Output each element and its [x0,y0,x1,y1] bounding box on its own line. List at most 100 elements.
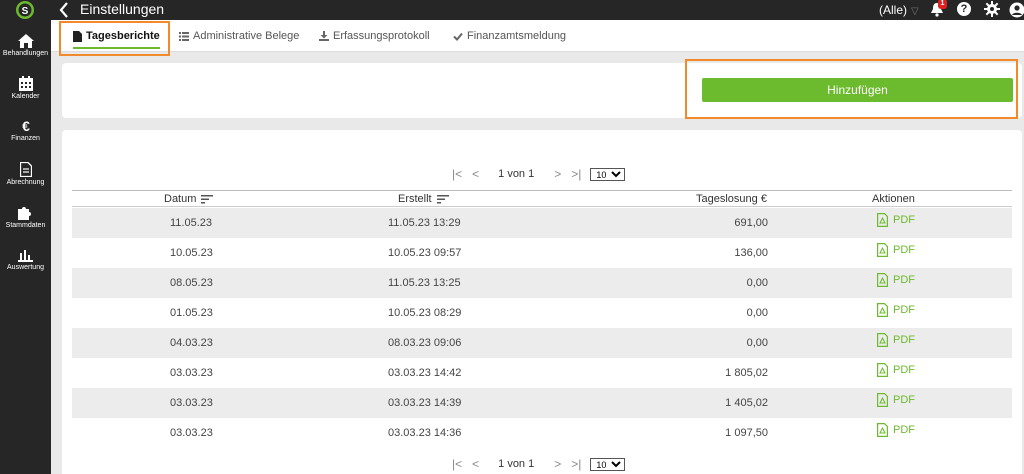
cell-tageslosung: 691,00 [734,217,768,229]
tab-finanzamtsmeldung[interactable]: Finanzamtsmeldung [453,20,566,52]
pdf-link[interactable]: PDF [877,303,915,317]
top-bar: Einstellungen (Alle) ▽ 1 ? [51,0,1024,20]
column-header-erstellt[interactable]: Erstellt [398,193,449,205]
pdf-label: PDF [893,424,915,436]
table-row: 11.05.23 11.05.23 13:29 691,00 PDF [72,208,1012,238]
sidebar-item-label: Finanzen [11,135,40,142]
list-icon [179,31,189,41]
pdf-file-icon [877,213,888,227]
tab-label: Finanzamtsmeldung [467,30,567,42]
user-icon[interactable] [1009,2,1024,18]
tab-label: Administrative Belege [193,30,300,42]
column-header-datum[interactable]: Datum [164,193,214,205]
cell-tageslosung: 1 097,50 [725,427,768,439]
pdf-label: PDF [893,364,915,376]
page-info: 1 von 1 [498,168,535,180]
sidebar-item-label: Auswertung [7,264,44,271]
pdf-file-icon [877,363,888,377]
cell-tageslosung: 0,00 [746,337,768,349]
sort-icon [201,194,214,203]
file-icon [73,30,82,42]
column-header-aktionen: Aktionen [872,193,915,205]
pdf-label: PDF [893,394,915,406]
cell-erstellt: 03.03.23 14:36 [388,427,462,439]
sidebar-item-stammdaten[interactable]: Stammdaten [0,205,51,229]
bar-chart-icon [18,250,33,262]
table-row: 10.05.23 10.05.23 09:57 136,00 PDF [72,238,1012,268]
cell-tageslosung: 1 805,02 [725,367,768,379]
next-page-icon[interactable]: > [554,167,561,181]
help-icon[interactable]: ? [957,2,971,16]
table-row: 04.03.23 08.03.23 09:06 0,00 PDF [72,328,1012,358]
cell-tageslosung: 0,00 [746,307,768,319]
table-row: 03.03.23 03.03.23 14:36 1 097,50 PDF [72,418,1012,448]
prev-page-icon[interactable]: < [472,457,479,471]
cell-datum: 10.05.23 [170,247,213,259]
pdf-file-icon [877,333,888,347]
page-size-select[interactable]: 10 [590,167,626,181]
pdf-link[interactable]: PDF [877,363,915,377]
table-row: 01.05.23 10.05.23 08:29 0,00 PDF [72,298,1012,328]
prev-page-icon[interactable]: < [472,167,479,181]
first-page-icon[interactable]: |< [452,167,462,181]
page-title: Einstellungen [80,1,165,17]
last-page-icon[interactable]: >| [571,457,581,471]
cell-erstellt: 03.03.23 14:39 [388,397,462,409]
puzzle-icon [18,207,31,220]
sidebar-item-behandlungen[interactable]: Behandlungen [0,34,51,57]
pdf-file-icon [877,243,888,257]
sidebar-item-auswertung[interactable]: Auswertung [0,248,51,271]
pdf-link[interactable]: PDF [877,273,915,287]
sidebar-item-kalender[interactable]: Kalender [0,76,51,100]
tab-administrative-belege[interactable]: Administrative Belege [179,20,299,52]
column-label: Datum [164,193,197,205]
cell-datum: 04.03.23 [170,337,213,349]
pdf-link[interactable]: PDF [877,213,915,227]
pdf-file-icon [877,303,888,317]
next-page-icon[interactable]: > [554,457,561,471]
app-logo[interactable]: S [14,0,36,21]
cell-erstellt: 08.03.23 09:06 [388,337,462,349]
table-row: 08.05.23 11.05.23 13:25 0,00 PDF [72,268,1012,298]
sidebar-item-finanzen[interactable]: € Finanzen [0,119,51,142]
cell-datum: 03.03.23 [170,427,213,439]
last-page-icon[interactable]: >| [571,167,581,181]
pdf-link[interactable]: PDF [877,393,915,407]
cell-datum: 03.03.23 [170,367,213,379]
check-icon [453,32,463,41]
pdf-file-icon [877,423,888,437]
add-button[interactable]: Hinzufügen [702,78,1013,102]
sidebar-item-label: Kalender [11,93,40,100]
pagination-top: |< < 1 von 1 > >| 10 [452,166,626,182]
table-row: 03.03.23 03.03.23 14:42 1 805,02 PDF [72,358,1012,388]
pdf-link[interactable]: PDF [877,423,915,437]
cell-tageslosung: 0,00 [746,277,768,289]
tab-erfassungsprotokoll[interactable]: Erfassungsprotokoll [319,20,430,52]
sidebar-item-abrechnung[interactable]: Abrechnung [0,162,51,186]
pdf-file-icon [877,393,888,407]
sidebar-item-label: Stammdaten [5,222,46,229]
svg-text:€: € [22,119,30,133]
cell-tageslosung: 136,00 [734,247,768,259]
download-icon [319,31,329,41]
table-row: 03.03.23 03.03.23 14:39 1 405,02 PDF [72,388,1012,418]
back-arrow-icon[interactable] [59,2,69,18]
sidebar-item-label: Behandlungen [2,50,49,57]
pdf-label: PDF [893,244,915,256]
column-header-tageslosung[interactable]: Tageslosung € [696,193,767,205]
tab-bar: Tagesberichte Administrative Belege Erfa… [51,20,1024,52]
sort-icon [436,194,449,203]
cell-erstellt: 03.03.23 14:42 [388,367,462,379]
notification-badge: 1 [938,0,947,9]
gear-icon[interactable] [984,1,1000,17]
page-size-select[interactable]: 10 [590,457,626,471]
euro-icon: € [22,119,30,133]
tab-tagesberichte[interactable]: Tagesberichte [73,20,160,52]
pdf-link[interactable]: PDF [877,243,915,257]
first-page-icon[interactable]: |< [452,457,462,471]
filter-dropdown[interactable]: (Alle) ▽ [879,3,919,17]
tab-label: Erfassungsprotokoll [333,30,430,42]
tab-label: Tagesberichte [86,30,160,42]
pdf-link[interactable]: PDF [877,333,915,347]
pdf-file-icon [877,273,888,287]
